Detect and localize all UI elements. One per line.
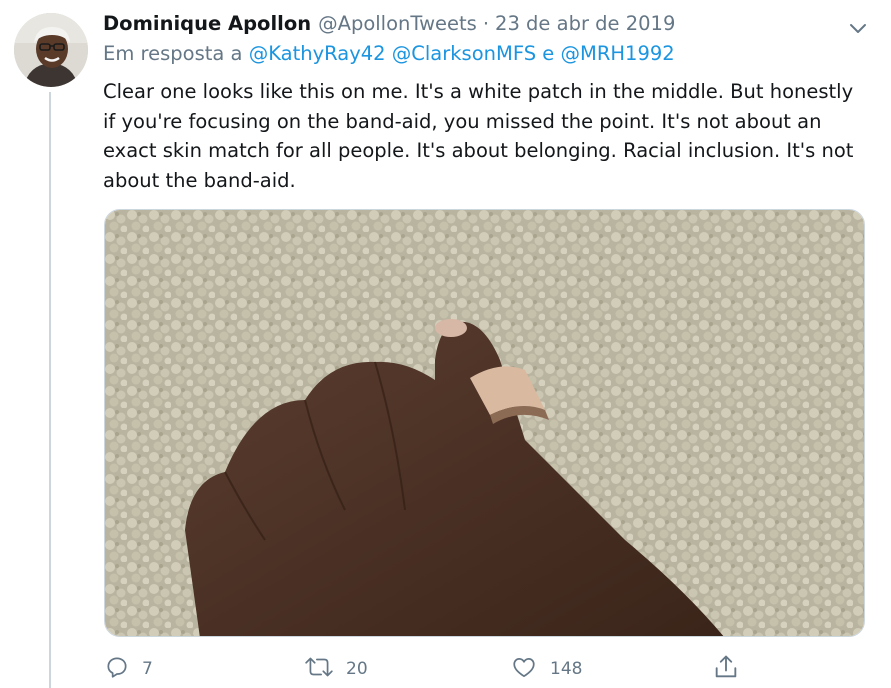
retweet-button[interactable]: 20 bbox=[304, 652, 368, 686]
reply-count: 7 bbox=[142, 659, 153, 679]
like-count: 148 bbox=[550, 659, 583, 679]
chevron-down-icon[interactable] bbox=[847, 17, 869, 39]
mention-link[interactable]: @KathyRay42 bbox=[249, 42, 386, 65]
tweet[interactable]: Dominique Apollon @ApollonTweets · 23 de… bbox=[0, 0, 891, 688]
like-button[interactable]: 148 bbox=[510, 652, 582, 686]
avatar[interactable] bbox=[14, 13, 88, 87]
reply-prefix: Em resposta a bbox=[103, 42, 243, 65]
tweet-actions: 7 20 148 bbox=[0, 652, 891, 686]
tweet-header: Dominique Apollon @ApollonTweets · 23 de… bbox=[103, 12, 865, 42]
author-name[interactable]: Dominique Apollon bbox=[103, 12, 311, 35]
thread-line bbox=[49, 92, 51, 688]
reply-button[interactable]: 7 bbox=[104, 652, 153, 686]
mention-link[interactable]: @MRH1992 bbox=[561, 42, 675, 65]
reply-context: Em resposta a @KathyRay42 @ClarksonMFS e… bbox=[103, 42, 865, 72]
heart-icon bbox=[510, 654, 538, 685]
tweet-photo[interactable] bbox=[104, 209, 865, 637]
share-button[interactable] bbox=[712, 652, 740, 686]
retweet-count: 20 bbox=[346, 659, 368, 679]
author-handle[interactable]: @ApollonTweets bbox=[318, 12, 477, 35]
retweet-icon bbox=[304, 654, 334, 685]
share-icon bbox=[712, 653, 740, 686]
tweet-content: Dominique Apollon @ApollonTweets · 23 de… bbox=[103, 12, 866, 195]
tweet-date[interactable]: 23 de abr de 2019 bbox=[495, 12, 675, 35]
separator-dot: · bbox=[482, 12, 490, 35]
tweet-text: Clear one looks like this on me. It's a … bbox=[103, 80, 854, 192]
mention-link[interactable]: @ClarksonMFS bbox=[392, 42, 536, 65]
reply-icon bbox=[104, 654, 130, 685]
reply-conjunction: e bbox=[542, 42, 555, 65]
